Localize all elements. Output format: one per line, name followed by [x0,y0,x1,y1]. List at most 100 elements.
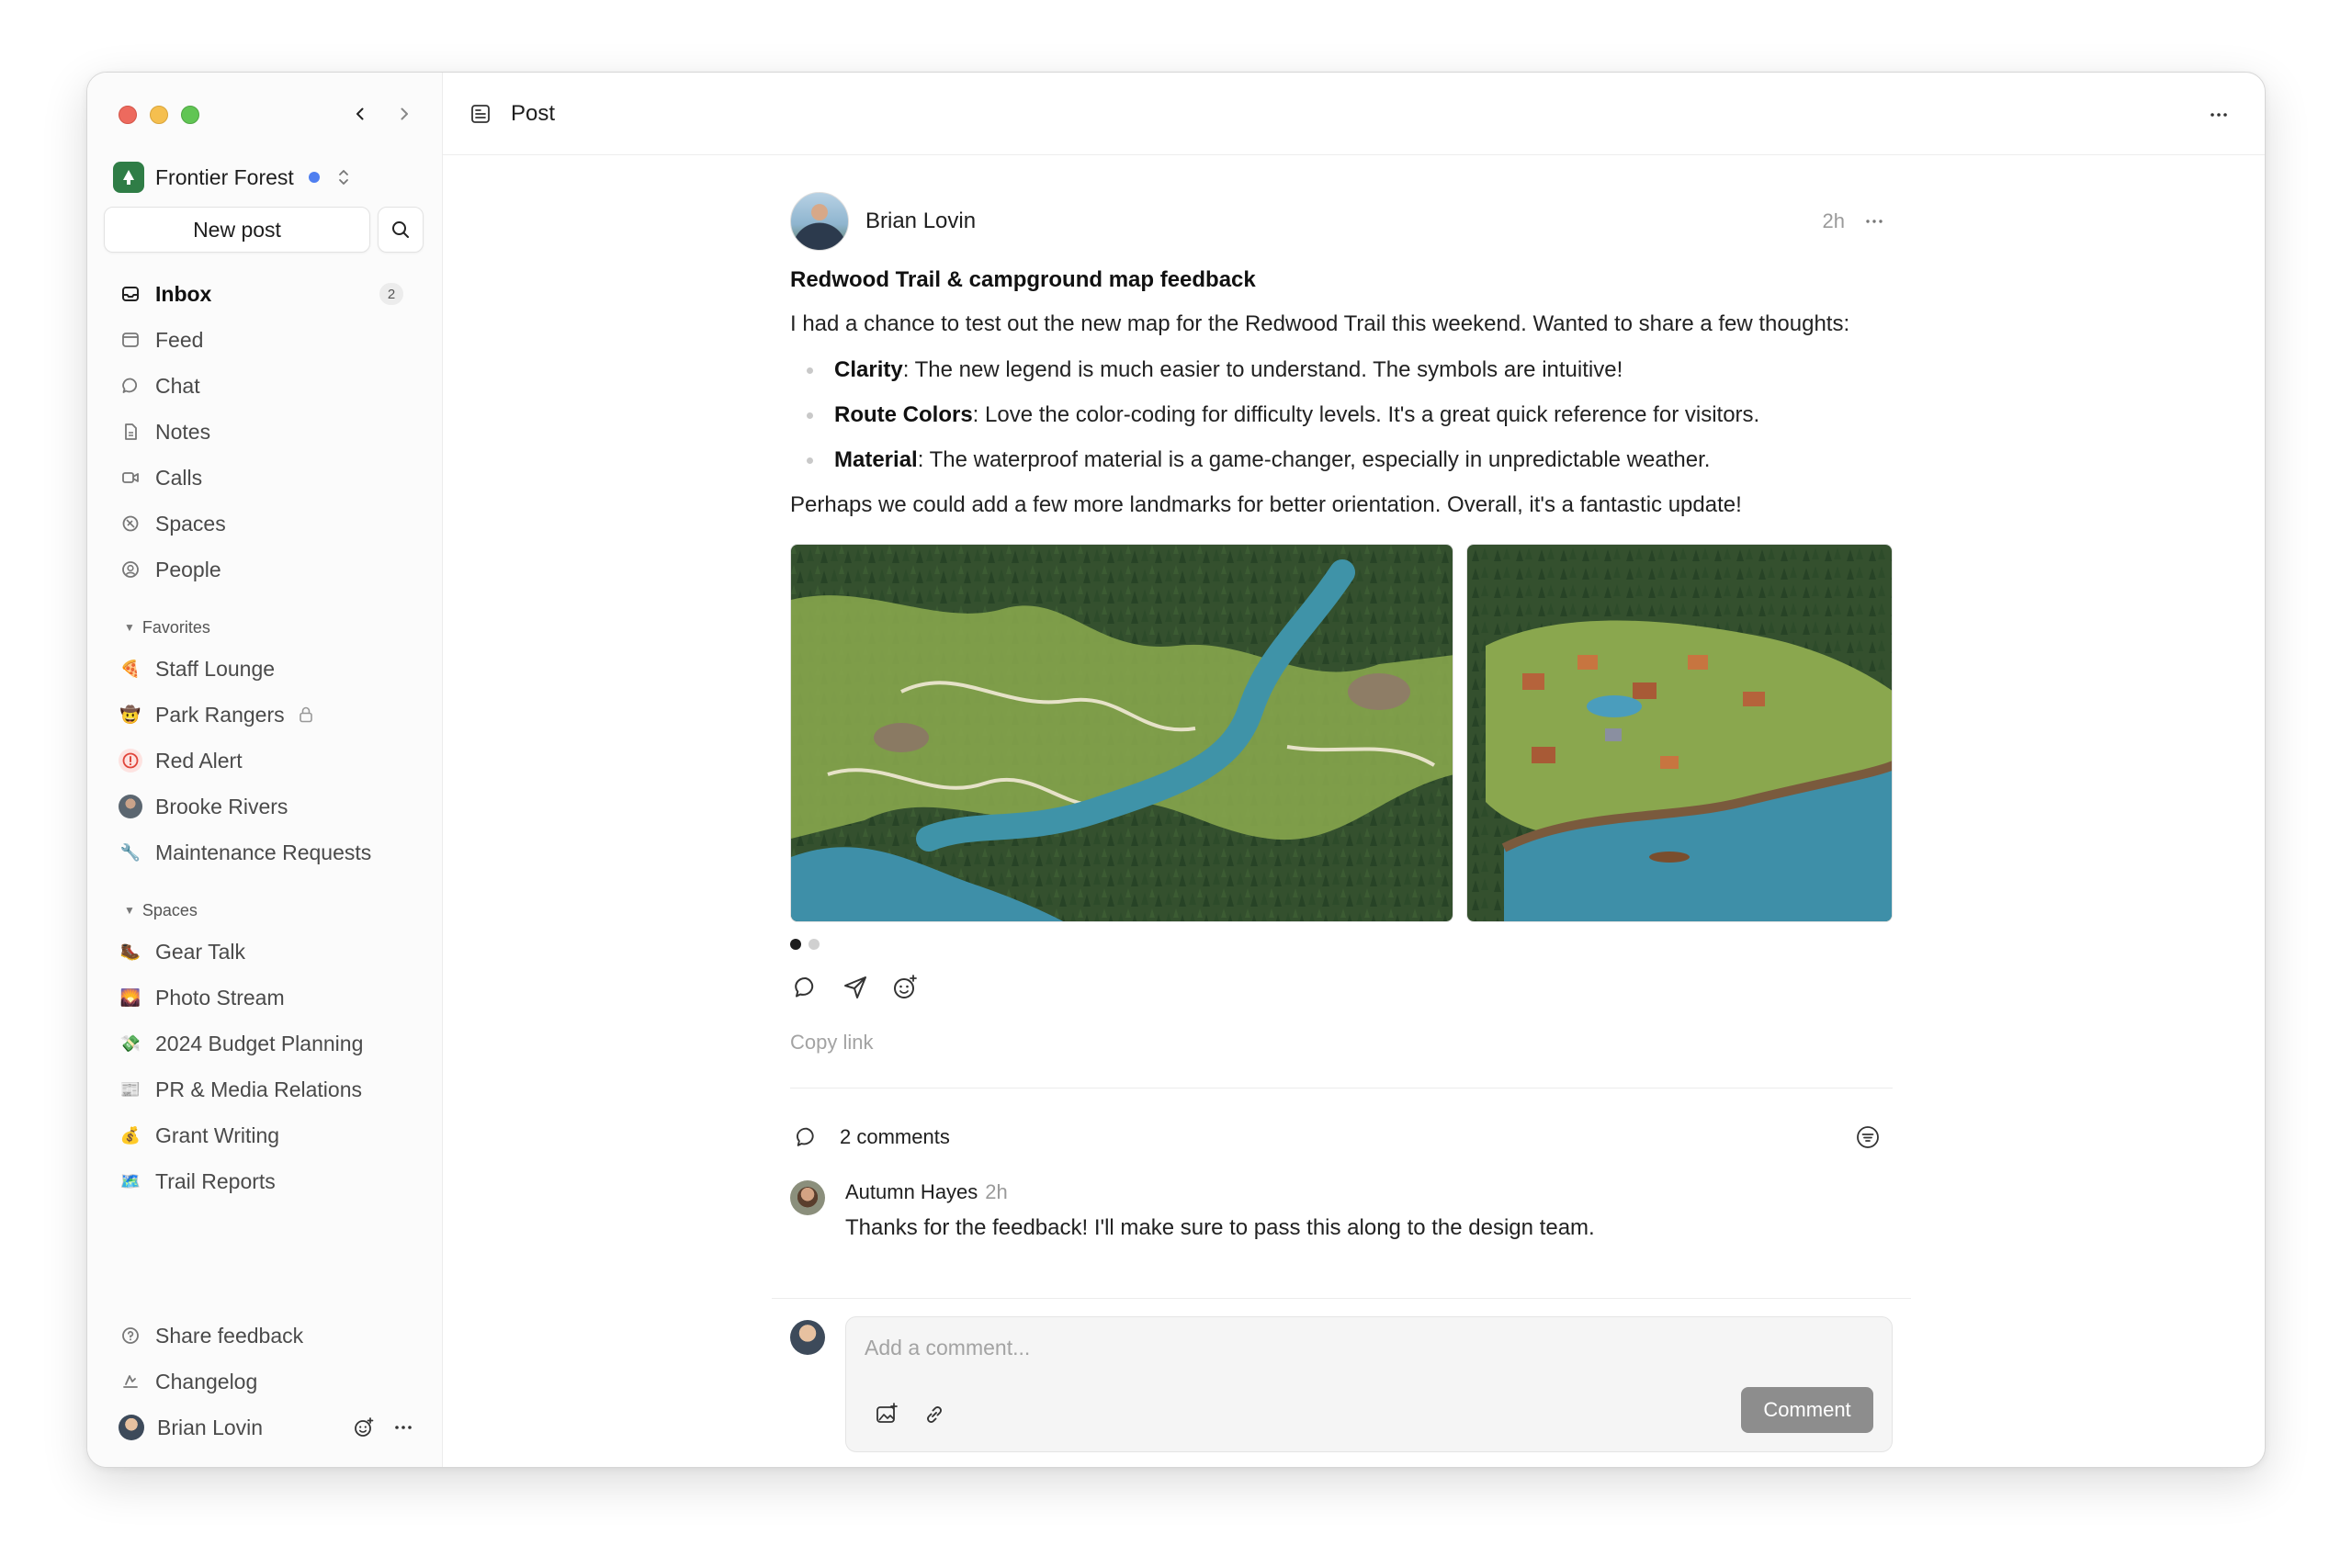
boot-icon: 🥾 [119,942,141,961]
more-horizontal-icon [1866,220,1883,223]
sidebar-item-trail-reports[interactable]: 🗺️ Trail Reports [104,1158,425,1204]
comment-author[interactable]: Autumn Hayes [845,1180,978,1203]
post-more-button[interactable] [1856,208,1893,235]
status-emoji-icon[interactable] [352,1416,376,1439]
bullet-text: : The new legend is much easier to under… [902,357,1623,382]
sidebar-item-label: People [155,557,221,581]
comment-composer: Comment [790,1316,1893,1452]
sidebar-item-grant-writing[interactable]: 💰 Grant Writing [104,1112,425,1158]
spaces-section-toggle[interactable]: ▼ Spaces [104,892,425,929]
avatar [119,795,142,818]
sidebar-item-pr-media[interactable]: 📰 PR & Media Relations [104,1066,425,1112]
changelog-link[interactable]: Changelog [104,1359,425,1404]
back-button[interactable] [345,98,376,130]
sidebar-item-maintenance-requests[interactable]: 🔧 Maintenance Requests [104,829,425,875]
avatar[interactable] [790,192,849,251]
zoom-window-button[interactable] [181,106,199,124]
page-more-button[interactable] [2200,96,2237,133]
sidebar-item-staff-lounge[interactable]: 🍕 Staff Lounge [104,646,425,692]
changelog-icon [119,1370,142,1393]
image-add-icon [876,1403,898,1423]
lock-icon [299,706,312,723]
post-intro: I had a chance to test out the new map f… [790,311,1850,336]
avatar[interactable] [790,1180,825,1215]
submit-comment-button[interactable]: Comment [1741,1387,1873,1433]
org-switcher[interactable]: Frontier Forest [113,159,351,196]
caret-down-icon: ▼ [124,904,135,917]
sidebar-item-label: Park Rangers [155,702,285,727]
sidebar-item-inbox[interactable]: Inbox 2 [104,271,425,317]
bullet-term: Route Colors [834,402,973,427]
close-window-button[interactable] [119,106,137,124]
current-user-row[interactable]: Brian Lovin [104,1404,425,1450]
sidebar-item-label: Grant Writing [155,1122,280,1147]
sidebar-item-photo-stream[interactable]: 🌄 Photo Stream [104,975,425,1021]
wrench-icon: 🔧 [119,842,141,862]
add-reaction-icon [894,975,917,998]
post-header: Brian Lovin 2h [790,192,1893,251]
post-author[interactable]: Brian Lovin [865,209,976,234]
sidebar: Frontier Forest New post Inbox 2 Feed Ch… [87,73,443,1467]
page-title: Post [511,100,556,126]
share-feedback-link[interactable]: Share feedback [104,1313,425,1359]
app-window: Frontier Forest New post Inbox 2 Feed Ch… [86,72,2266,1468]
comments-header: 2 comments [790,1122,1893,1153]
forward-button[interactable] [389,98,420,130]
pagination-dot[interactable] [808,939,820,950]
filter-comments-button[interactable] [1852,1122,1883,1153]
list-item: Route Colors: Love the color-coding for … [790,400,1893,430]
minimize-window-button[interactable] [150,106,168,124]
comment-input[interactable] [865,1336,1691,1360]
list-item: Material: The waterproof material is a g… [790,446,1893,475]
sidebar-item-label: Calls [155,465,203,490]
post: Brian Lovin 2h Redwood Trail & campgroun… [790,192,1893,1241]
sidebar-item-red-alert[interactable]: Red Alert [104,738,425,784]
sidebar-item-label: Feed [155,327,204,352]
campground-map-image[interactable] [1466,544,1893,922]
sidebar-item-feed[interactable]: Feed [104,317,425,363]
window-controls [119,106,199,124]
search-button[interactable] [378,207,424,253]
sidebar-item-spaces[interactable]: Spaces [104,501,425,547]
favorites-section-toggle[interactable]: ▼ Favorites [104,609,425,646]
sidebar-item-chat[interactable]: Chat [104,363,425,409]
trail-map-image[interactable] [790,544,1453,922]
current-user-name: Brian Lovin [157,1415,264,1439]
inbox-count-badge: 2 [379,283,403,305]
favorites-heading: Favorites [141,617,210,637]
reply-button[interactable] [790,972,821,1003]
changelog-label: Changelog [155,1369,258,1393]
sidebar-item-budget-planning[interactable]: 💸 2024 Budget Planning [104,1021,425,1066]
post-icon [471,104,490,123]
sidebar-item-label: Inbox [155,281,212,306]
video-icon [119,466,142,490]
copy-link-button[interactable]: Copy link [790,1031,1893,1055]
comment-text: Thanks for the feedback! I'll make sure … [845,1215,1595,1240]
unread-dot [308,172,320,183]
chevron-right-icon [401,107,408,120]
share-button[interactable] [840,972,871,1003]
new-post-button[interactable]: New post [104,207,370,253]
sidebar-item-label: Notes [155,419,211,444]
sidebar-item-calls[interactable]: Calls [104,455,425,501]
sidebar-item-label: Brooke Rivers [155,794,288,818]
chat-icon [119,374,142,398]
sidebar-item-label: Red Alert [155,748,243,773]
more-horizontal-icon[interactable] [392,1416,414,1438]
sidebar-item-park-rangers[interactable]: 🤠 Park Rangers [104,692,425,738]
add-reaction-button[interactable] [889,972,921,1003]
bullet-term: Clarity [834,357,903,382]
chevron-up-down-icon [338,170,348,185]
attach-link-button[interactable] [920,1400,949,1429]
sidebar-item-label: Spaces [155,511,226,536]
pagination-dot-active[interactable] [790,939,801,950]
sidebar-item-people[interactable]: People [104,547,425,592]
money-wings-icon: 💸 [119,1033,141,1053]
sidebar-item-notes[interactable]: Notes [104,409,425,455]
link-icon [927,1406,942,1423]
tree-icon [123,170,134,185]
sidebar-item-gear-talk[interactable]: 🥾 Gear Talk [104,929,425,975]
inbox-icon [119,282,142,306]
attach-image-button[interactable] [872,1400,901,1429]
sidebar-item-brooke-rivers[interactable]: Brooke Rivers [104,784,425,829]
